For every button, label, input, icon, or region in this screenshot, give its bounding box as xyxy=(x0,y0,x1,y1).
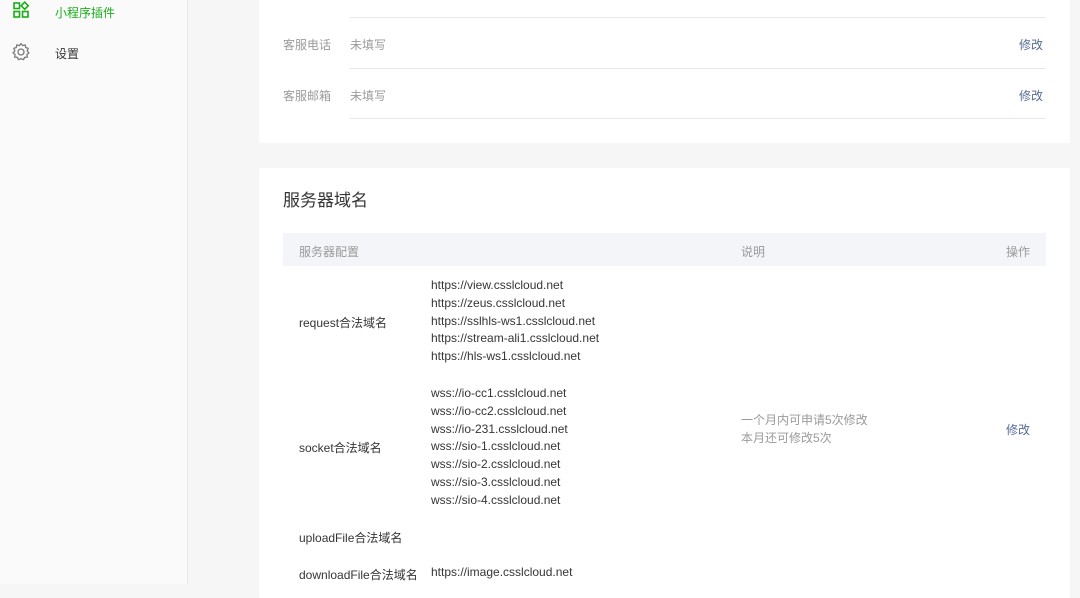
url-item: wss://io-231.csslcloud.net xyxy=(431,421,568,436)
edit-phone-link[interactable]: 修改 xyxy=(1019,36,1043,53)
table-header: 服务器配置 说明 操作 xyxy=(283,233,1046,266)
url-item: https://view.csslcloud.net xyxy=(431,278,564,292)
edit-domain-link[interactable]: 修改 xyxy=(1006,421,1030,438)
gear-icon xyxy=(11,42,31,62)
desc-line: 本月还可修改5次 xyxy=(741,431,832,445)
upload-domain-label: uploadFile合法域名 xyxy=(299,531,403,545)
sidebar-item-plugins[interactable]: 小程序插件 xyxy=(0,0,187,27)
phone-label: 客服电话 xyxy=(283,38,332,52)
url-item: https://sslhls-ws1.csslcloud.net xyxy=(431,313,596,328)
url-item: wss://sio-4.csslcloud.net xyxy=(431,492,561,507)
modify-description: 一个月内可申请5次修改 本月还可修改5次 xyxy=(741,411,868,447)
divider xyxy=(350,118,1046,119)
header-config: 服务器配置 xyxy=(299,245,360,259)
server-domain-card: 服务器域名 服务器配置 说明 操作 request合法域名 https://vi… xyxy=(259,168,1070,598)
url-item: https://hls-ws1.csslcloud.net xyxy=(431,349,581,364)
phone-value: 未填写 xyxy=(350,38,387,52)
divider xyxy=(350,17,1046,18)
request-domain-label: request合法域名 xyxy=(299,316,388,330)
sidebar-item-label: 小程序插件 xyxy=(55,5,116,20)
desc-line: 一个月内可申请5次修改 xyxy=(741,413,868,427)
plugin-grid-icon xyxy=(11,1,31,21)
phone-row: 客服电话 未填写 修改 xyxy=(283,17,1046,67)
email-label: 客服邮箱 xyxy=(283,89,332,103)
url-item: wss://sio-2.csslcloud.net xyxy=(431,457,561,472)
divider xyxy=(350,68,1046,69)
section-title: 服务器域名 xyxy=(283,191,368,210)
url-item: wss://sio-3.csslcloud.net xyxy=(431,474,561,489)
sidebar: 小程序插件 设置 xyxy=(0,0,188,584)
download-url-list: https://image.csslcloud.net xyxy=(431,564,572,582)
request-url-list: https://view.csslcloud.net https://zeus.… xyxy=(431,277,599,366)
url-item: wss://io-cc2.csslcloud.net xyxy=(431,403,567,418)
header-desc: 说明 xyxy=(741,245,766,259)
download-domain-label: downloadFile合法域名 xyxy=(299,568,418,582)
url-item: https://stream-ali1.csslcloud.net xyxy=(431,331,600,346)
contact-card: 客服电话 未填写 修改 客服邮箱 未填写 修改 xyxy=(259,0,1070,143)
url-item: https://image.csslcloud.net xyxy=(431,565,573,579)
email-row: 客服邮箱 未填写 修改 xyxy=(283,68,1046,119)
url-item: https://zeus.csslcloud.net xyxy=(431,295,566,310)
socket-url-list: wss://io-cc1.csslcloud.net wss://io-cc2.… xyxy=(431,385,568,510)
url-item: wss://io-cc1.csslcloud.net xyxy=(431,386,567,400)
edit-email-link[interactable]: 修改 xyxy=(1019,87,1043,104)
email-value: 未填写 xyxy=(350,89,387,103)
sidebar-item-label: 设置 xyxy=(55,46,80,61)
header-op: 操作 xyxy=(1005,245,1030,259)
url-item: wss://sio-1.csslcloud.net xyxy=(431,439,561,454)
socket-domain-label: socket合法域名 xyxy=(299,441,382,455)
sidebar-item-settings[interactable]: 设置 xyxy=(0,38,187,68)
